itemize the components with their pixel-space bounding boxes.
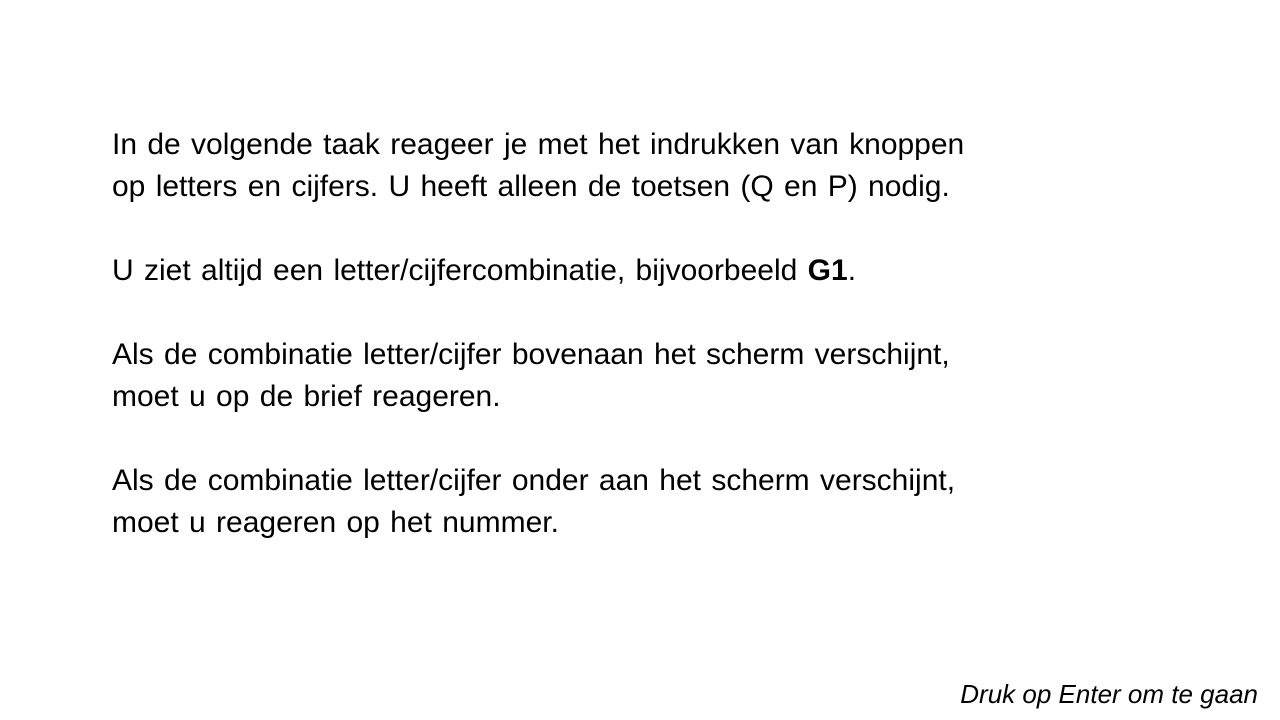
- instruction-line: Als de combinatie letter/cijfer onder aa…: [112, 464, 956, 497]
- continue-hint: Druk op Enter om te gaan: [960, 679, 1258, 709]
- instructions-text: In de volgende taak reageer je met het i…: [112, 124, 1212, 544]
- instruction-line: moet u op de brief reageren.: [112, 380, 501, 413]
- instruction-line: op letters en cijfers. U heeft alleen de…: [112, 170, 950, 203]
- instruction-line: moet u reageren op het nummer.: [112, 506, 559, 539]
- instruction-line: In de volgende taak reageer je met het i…: [112, 128, 965, 161]
- example-suffix: .: [847, 254, 857, 287]
- instruction-example-line: U ziet altijd een letter/cijfercombinati…: [112, 250, 1212, 292]
- instruction-line: Als de combinatie letter/cijfer bovenaan…: [112, 338, 950, 371]
- example-code: G1: [807, 254, 848, 287]
- example-prefix: U ziet altijd een letter/cijfercombinati…: [112, 254, 808, 287]
